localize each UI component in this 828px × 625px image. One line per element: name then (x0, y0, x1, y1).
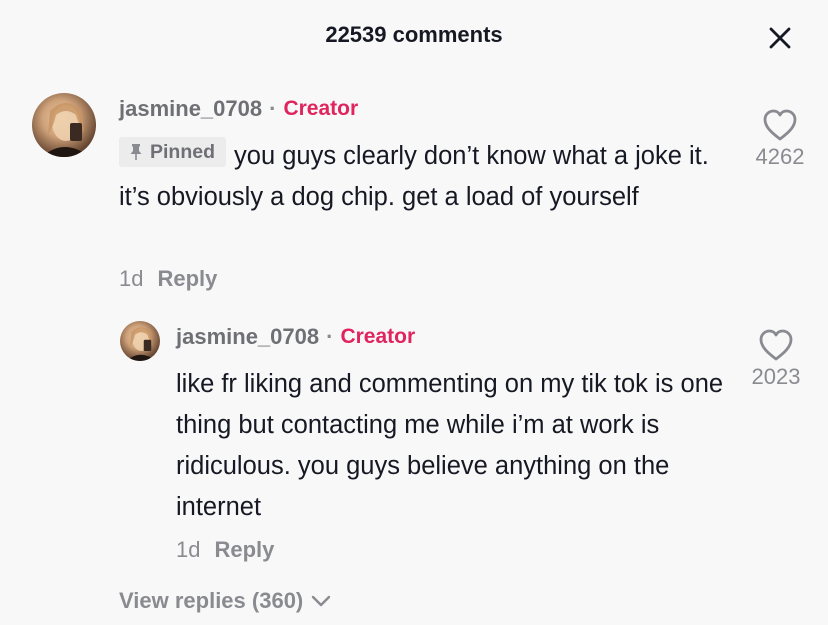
comment-username[interactable]: jasmine_0708 (119, 96, 262, 122)
reply-button[interactable]: Reply (157, 266, 217, 291)
separator-dot: · (269, 96, 277, 121)
like-count: 2023 (751, 364, 801, 389)
like-button[interactable]: 4262 (740, 108, 820, 170)
comment-text: like fr liking and commenting on my tik … (176, 370, 724, 521)
pinned-badge: Pinned (119, 137, 227, 167)
view-replies-button[interactable]: View replies (360) (119, 588, 331, 614)
avatar[interactable] (120, 321, 160, 361)
like-count: 4262 (755, 144, 805, 169)
view-replies-label: View replies (360) (119, 588, 304, 613)
comment-time: 1d (119, 266, 144, 291)
creator-badge: Creator (283, 97, 359, 120)
pin-icon (130, 144, 142, 160)
close-button[interactable] (762, 20, 798, 56)
chevron-down-icon (312, 595, 331, 607)
user-photo-icon (126, 327, 157, 361)
comment-count-title: 22539 comments (325, 22, 503, 47)
avatar[interactable] (32, 93, 96, 157)
pinned-label: Pinned (150, 141, 216, 163)
comment-time: 1d (176, 537, 201, 562)
comment-body: like fr liking and commenting on my tik … (176, 364, 728, 528)
like-button[interactable]: 2023 (736, 328, 816, 390)
user-photo-icon (42, 103, 90, 157)
comments-header: 22539 comments (0, 0, 828, 74)
heart-icon[interactable] (758, 328, 794, 362)
creator-badge: Creator (340, 325, 416, 348)
separator-dot: · (326, 324, 334, 349)
comment-username[interactable]: jasmine_0708 (176, 324, 319, 350)
reply-button[interactable]: Reply (214, 537, 274, 562)
heart-icon[interactable] (762, 108, 798, 142)
close-icon (769, 27, 791, 49)
comment-body: Pinned you guys clearly don’t know what … (119, 136, 719, 218)
